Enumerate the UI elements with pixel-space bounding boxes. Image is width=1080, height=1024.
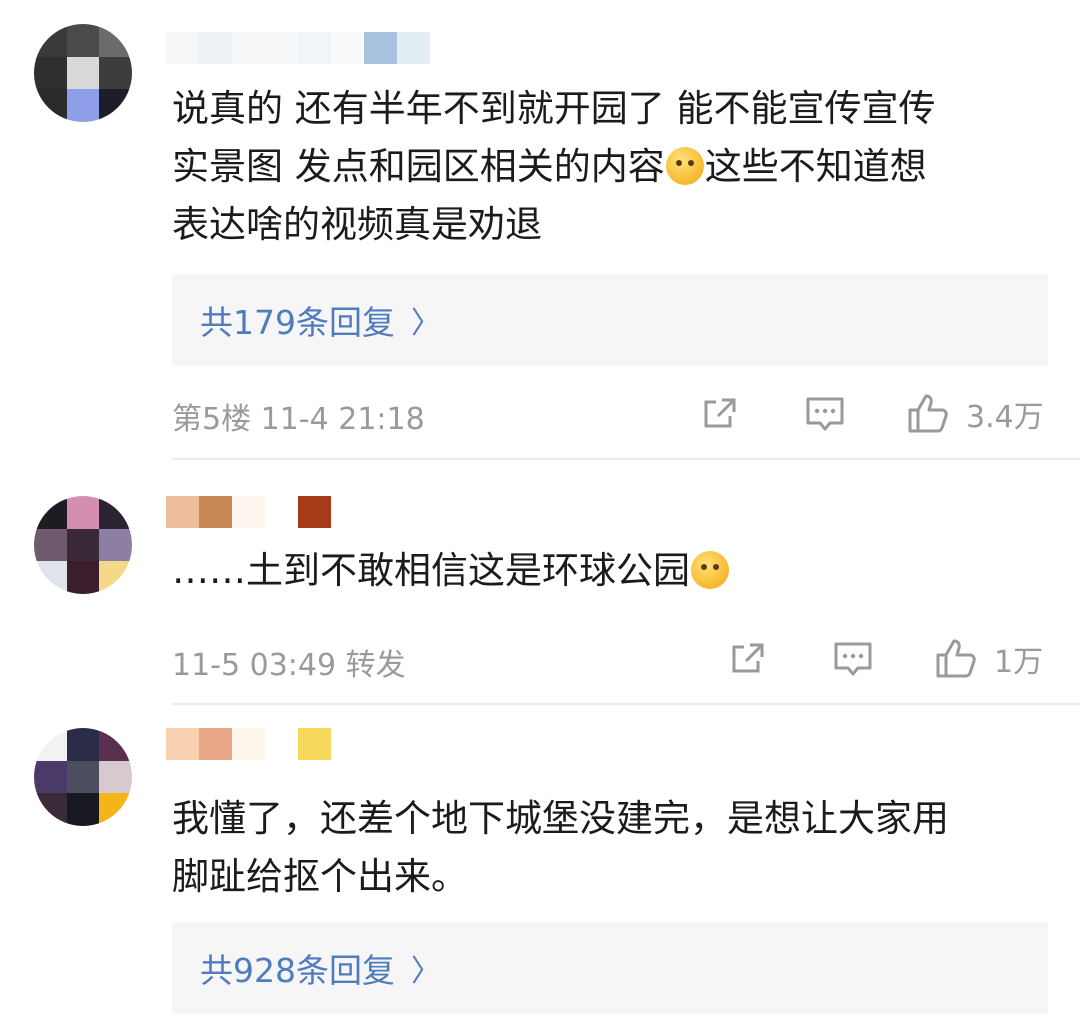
- username-obscured[interactable]: [166, 496, 331, 528]
- like-button[interactable]: 3.4万: [906, 392, 1044, 436]
- avatar[interactable]: [34, 496, 132, 594]
- share-button[interactable]: [700, 394, 740, 434]
- share-icon: [732, 643, 764, 673]
- crying-emoji-icon: [665, 147, 704, 185]
- share-button[interactable]: [728, 639, 768, 679]
- avatar[interactable]: [34, 728, 132, 826]
- view-replies-button[interactable]: 共179条回复 〉: [172, 274, 1048, 366]
- comment-icon: [806, 397, 844, 431]
- share-icon: [704, 398, 736, 428]
- comment-meta: 第5楼 11-4 21:18: [172, 402, 425, 437]
- comment-button[interactable]: [804, 394, 846, 434]
- username-obscured[interactable]: [166, 728, 331, 760]
- comment-text: ……土到不敢相信这是环球公园: [172, 542, 1052, 600]
- chevron-right-icon: 〉: [411, 306, 441, 341]
- chevron-right-icon: 〉: [411, 954, 441, 989]
- like-icon: [936, 639, 976, 678]
- divider: [172, 703, 1080, 705]
- comment-meta: 11-5 03:49 转发: [172, 648, 406, 683]
- like-count: 3.4万: [966, 400, 1044, 435]
- like-count: 1万: [994, 645, 1044, 680]
- username-obscured[interactable]: [166, 32, 430, 64]
- view-replies-button[interactable]: 共928条回复 〉: [172, 922, 1048, 1014]
- comment-text: 我懂了，还差个地下城堡没建完，是想让大家用 脚趾给抠个出来。: [172, 797, 949, 898]
- comment-button[interactable]: [832, 639, 874, 679]
- like-button[interactable]: 1万: [934, 637, 1043, 681]
- divider: [172, 458, 1080, 460]
- avatar[interactable]: [34, 24, 132, 122]
- comment-icon: [834, 642, 872, 676]
- comment-text: 说真的 还有半年不到就开园了 能不能宣传宣传 实景图 发点和园区相关的内容 这些不…: [172, 87, 936, 246]
- like-icon: [908, 394, 948, 433]
- blushing-emoji-icon: [691, 551, 729, 589]
